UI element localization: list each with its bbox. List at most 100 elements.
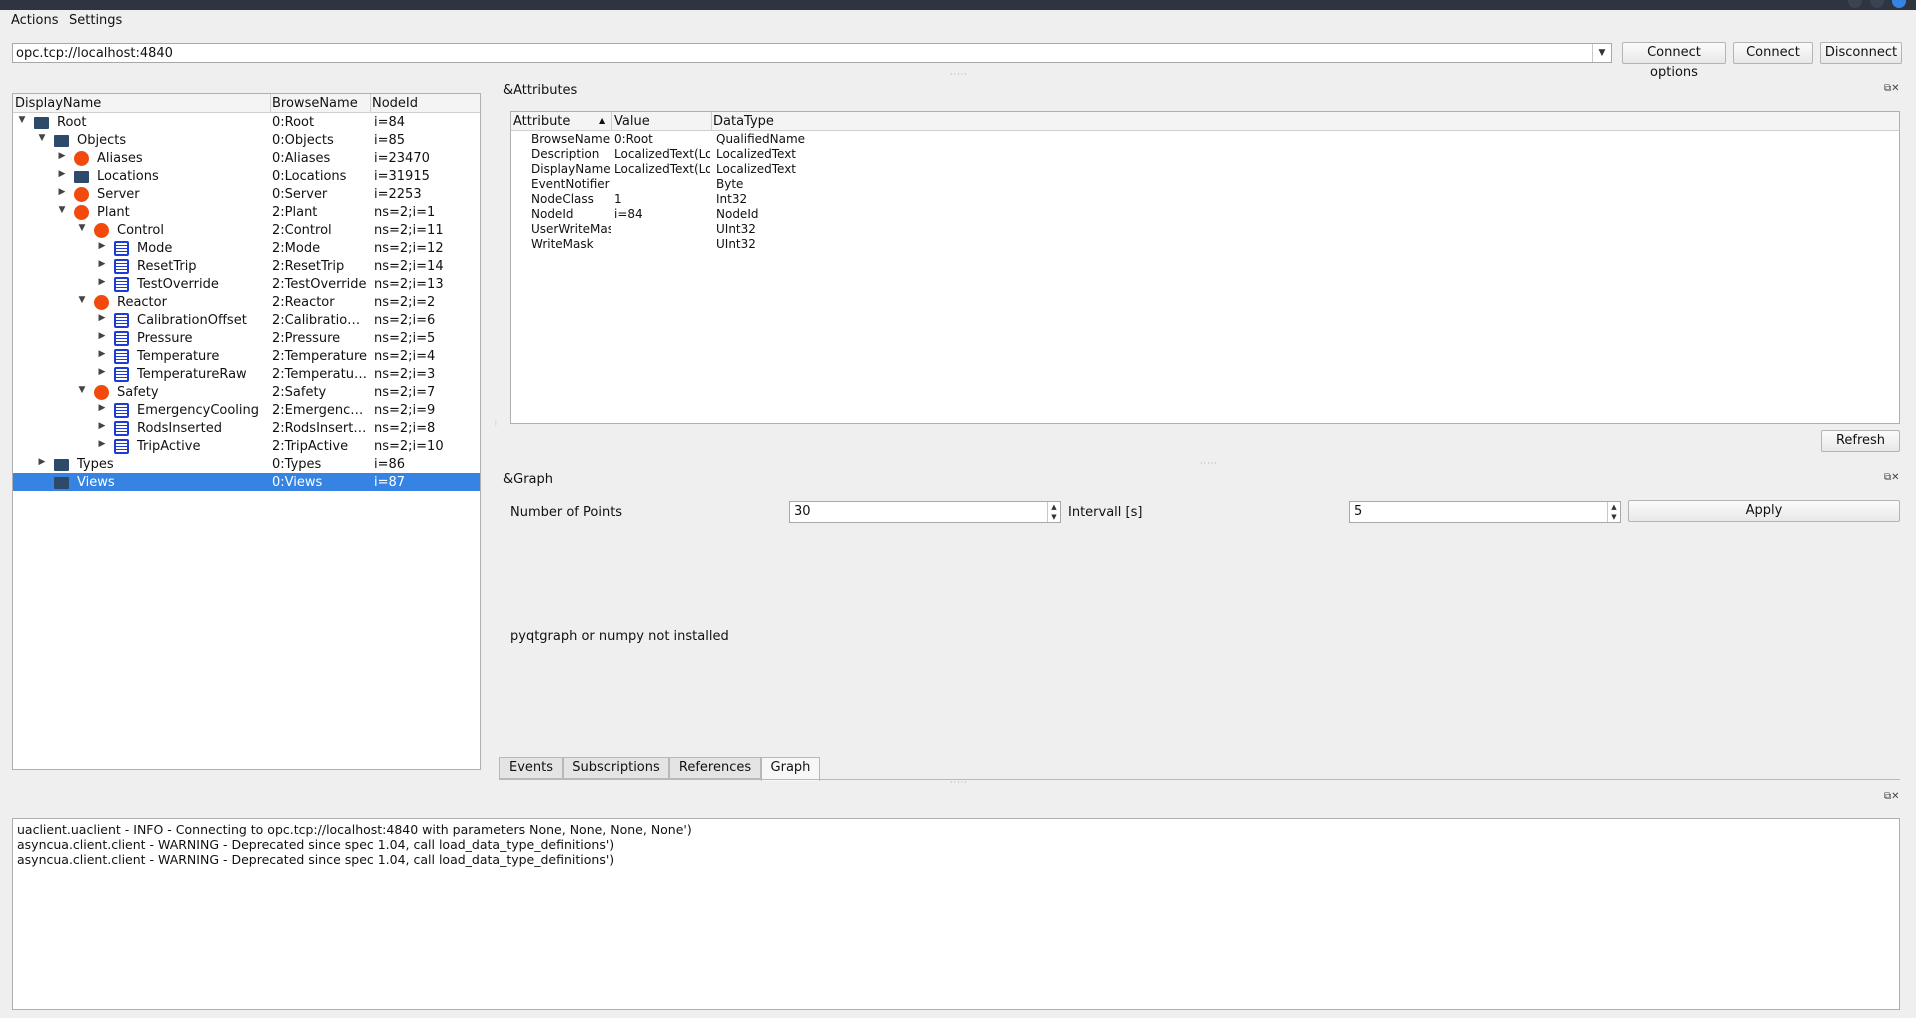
attribute-row[interactable]: BrowseName 0:Root QualifiedName <box>511 132 1899 147</box>
tree-row-browsename: 0:Server <box>272 187 328 202</box>
chevron-right-icon[interactable]: ▶ <box>97 241 107 251</box>
attribute-row[interactable]: DisplayName LocalizedText(Lo LocalizedText <box>511 162 1899 177</box>
tree-row-nodeid: i=84 <box>374 115 406 130</box>
chevron-right-icon[interactable]: ▶ <box>97 403 107 413</box>
attribute-value[interactable]: LocalizedText(Lo <box>614 162 710 176</box>
attr-header-value[interactable]: Value <box>614 114 650 129</box>
dock-float-close-icons[interactable]: ⧉✕ <box>1884 791 1900 802</box>
tree-row[interactable]: ▶ RodsInserted 2:RodsInserted ns=2;i=8 <box>13 419 480 437</box>
tree-row[interactable]: ▼ Objects 0:Objects i=85 <box>13 131 480 149</box>
attribute-row[interactable]: UserWriteMas UInt32 <box>511 222 1899 237</box>
menu-actions[interactable]: Actions <box>11 13 59 28</box>
spin-arrows-icon[interactable]: ▲ ▼ <box>1607 502 1620 522</box>
attr-header-datatype[interactable]: DataType <box>713 114 774 129</box>
chevron-right-icon[interactable]: ▶ <box>57 151 67 161</box>
chevron-down-icon[interactable]: ▼ <box>77 223 87 233</box>
attribute-row[interactable]: EventNotifier Byte <box>511 177 1899 192</box>
tab-graph[interactable]: Graph <box>761 757 820 781</box>
attribute-value[interactable]: i=84 <box>614 207 710 221</box>
connect-options-button[interactable]: Connect options <box>1622 42 1726 80</box>
tree-header-nodeid[interactable]: NodeId <box>372 96 418 111</box>
number-of-points-value: 30 <box>794 504 811 519</box>
chevron-down-icon[interactable]: ▼ <box>77 295 87 305</box>
attribute-row[interactable]: NodeId i=84 NodeId <box>511 207 1899 222</box>
tab-subscriptions[interactable]: Subscriptions <box>563 757 669 779</box>
tree-row[interactable]: ▶ EmergencyCooling 2:Emergency… ns=2;i=9 <box>13 401 480 419</box>
attribute-row[interactable]: NodeClass 1 Int32 <box>511 192 1899 207</box>
tree-header-browsename[interactable]: BrowseName <box>272 96 358 111</box>
refresh-button[interactable]: Refresh <box>1821 430 1900 452</box>
chevron-down-icon[interactable]: ▼ <box>1592 44 1611 62</box>
tree-row[interactable]: ▶ TemperatureRaw 2:Temperatur… ns=2;i=3 <box>13 365 480 383</box>
chevron-right-icon[interactable]: ▶ <box>97 259 107 269</box>
attribute-row[interactable]: WriteMask UInt32 <box>511 237 1899 252</box>
disconnect-button[interactable]: Disconnect <box>1820 42 1902 64</box>
spin-arrows-icon[interactable]: ▲ ▼ <box>1047 502 1060 522</box>
splitter-handle[interactable]: ····· <box>950 70 968 79</box>
tree-row[interactable]: ▶ Pressure 2:Pressure ns=2;i=5 <box>13 329 480 347</box>
variable-icon <box>114 241 129 256</box>
attr-header-attribute[interactable]: Attribute <box>513 114 570 129</box>
chevron-right-icon[interactable]: ▶ <box>97 439 107 449</box>
tree-row[interactable]: ▶ Types 0:Types i=86 <box>13 455 480 473</box>
tree-row[interactable]: ▶ Mode 2:Mode ns=2;i=12 <box>13 239 480 257</box>
tree-row[interactable]: ▼ Control 2:Control ns=2;i=11 <box>13 221 480 239</box>
log-output[interactable]: uaclient.uaclient - INFO - Connecting to… <box>12 818 1900 1010</box>
chevron-down-icon[interactable]: ▼ <box>77 385 87 395</box>
tab-divider <box>499 779 1900 780</box>
attribute-row[interactable]: Description LocalizedText(Lo LocalizedText <box>511 147 1899 162</box>
tree-row[interactable]: ▶ TestOverride 2:TestOverride ns=2;i=13 <box>13 275 480 293</box>
tree-row[interactable]: ▶ TripActive 2:TripActive ns=2;i=10 <box>13 437 480 455</box>
tree-row-displayname: Safety <box>117 385 159 400</box>
server-url-combobox[interactable]: opc.tcp://localhost:4840 ▼ <box>12 43 1612 63</box>
chevron-right-icon[interactable]: ▶ <box>97 421 107 431</box>
tree-row-displayname: EmergencyCooling <box>137 403 260 418</box>
apply-button[interactable]: Apply <box>1628 500 1900 522</box>
address-space-tree[interactable]: DisplayName BrowseName NodeId ▼ Root 0:Roo… <box>12 93 481 770</box>
graph-dock-title: &Graph <box>503 472 554 487</box>
tree-row[interactable]: ▶ Temperature 2:Temperature ns=2;i=4 <box>13 347 480 365</box>
interval-spinbox[interactable]: 5 ▲ ▼ <box>1349 501 1621 523</box>
maximize-icon[interactable] <box>1870 0 1884 8</box>
attributes-table[interactable]: Attribute ▲ Value DataType BrowseName 0:R… <box>510 111 1900 424</box>
connect-button[interactable]: Connect <box>1733 42 1813 64</box>
chevron-right-icon[interactable]: ▶ <box>57 169 67 179</box>
chevron-down-icon[interactable]: ▼ <box>37 133 47 143</box>
chevron-down-icon[interactable]: ▼ <box>57 205 67 215</box>
tree-row[interactable]: ▶ Locations 0:Locations i=31915 <box>13 167 480 185</box>
splitter-handle[interactable]: ⋮ <box>493 420 500 427</box>
attribute-value[interactable]: 1 <box>614 192 710 206</box>
attribute-value[interactable]: 0:Root <box>614 132 710 146</box>
splitter-handle[interactable]: ····· <box>1200 459 1218 468</box>
dock-float-close-icons[interactable]: ⧉✕ <box>1884 472 1900 483</box>
chevron-down-icon[interactable]: ▼ <box>17 115 27 125</box>
tree-row[interactable]: ▶ CalibrationOffset 2:Calibration… ns=2;i=6 <box>13 311 480 329</box>
tree-row[interactable]: ▶ Aliases 0:Aliases i=23470 <box>13 149 480 167</box>
tree-row[interactable]: ▼ Root 0:Root i=84 <box>13 113 480 131</box>
tree-row[interactable]: ▼ Safety 2:Safety ns=2;i=7 <box>13 383 480 401</box>
menu-settings[interactable]: Settings <box>69 13 122 28</box>
tab-references[interactable]: References <box>669 757 761 779</box>
dock-float-close-icons[interactable]: ⧉✕ <box>1884 83 1900 94</box>
tree-row[interactable]: ▶ Server 0:Server i=2253 <box>13 185 480 203</box>
chevron-right-icon[interactable]: ▶ <box>37 457 47 467</box>
tree-header-displayname[interactable]: DisplayName <box>15 96 101 111</box>
attribute-name: DisplayName <box>531 162 611 176</box>
tree-row[interactable]: Views 0:Views i=87 <box>13 473 480 491</box>
minimize-icon[interactable] <box>1848 0 1862 8</box>
close-window-icon[interactable] <box>1892 0 1906 8</box>
chevron-right-icon[interactable]: ▶ <box>97 367 107 377</box>
tree-row[interactable]: ▼ Reactor 2:Reactor ns=2;i=2 <box>13 293 480 311</box>
chevron-right-icon[interactable]: ▶ <box>97 277 107 287</box>
splitter-handle[interactable]: ····· <box>950 778 968 787</box>
attribute-value[interactable]: LocalizedText(Lo <box>614 147 710 161</box>
tree-row-nodeid: ns=2;i=2 <box>374 295 436 310</box>
number-of-points-spinbox[interactable]: 30 ▲ ▼ <box>789 501 1061 523</box>
chevron-right-icon[interactable]: ▶ <box>97 313 107 323</box>
tab-events[interactable]: Events <box>499 757 563 779</box>
tree-row[interactable]: ▼ Plant 2:Plant ns=2;i=1 <box>13 203 480 221</box>
chevron-right-icon[interactable]: ▶ <box>97 331 107 341</box>
chevron-right-icon[interactable]: ▶ <box>97 349 107 359</box>
tree-row[interactable]: ▶ ResetTrip 2:ResetTrip ns=2;i=14 <box>13 257 480 275</box>
chevron-right-icon[interactable]: ▶ <box>57 187 67 197</box>
